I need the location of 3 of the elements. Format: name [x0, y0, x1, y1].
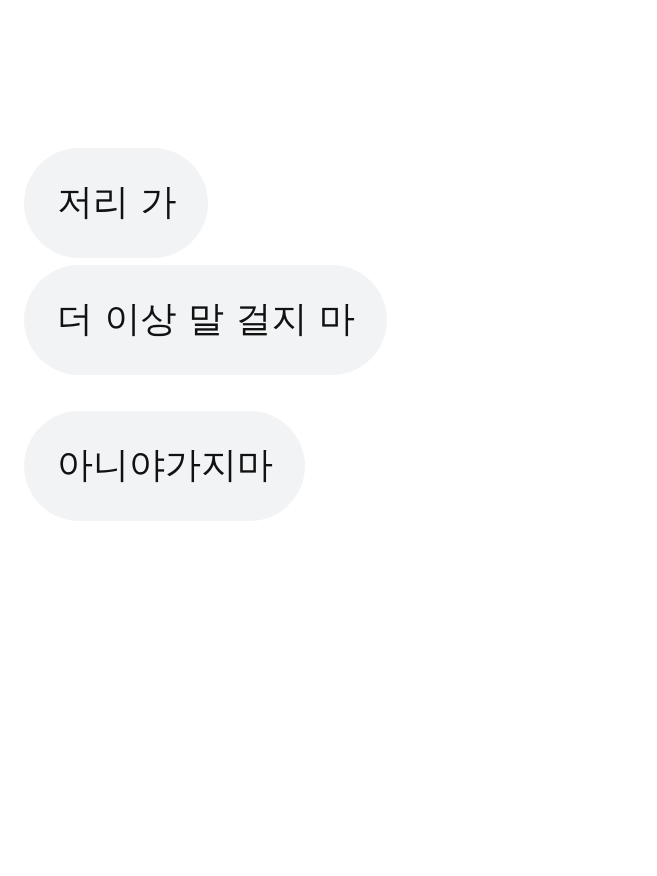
message-bubble: 저리 가 [24, 148, 208, 258]
message-bubble: 아니야가지마 [24, 411, 305, 521]
message-bubble: 더 이상 말 걸지 마 [24, 265, 387, 375]
